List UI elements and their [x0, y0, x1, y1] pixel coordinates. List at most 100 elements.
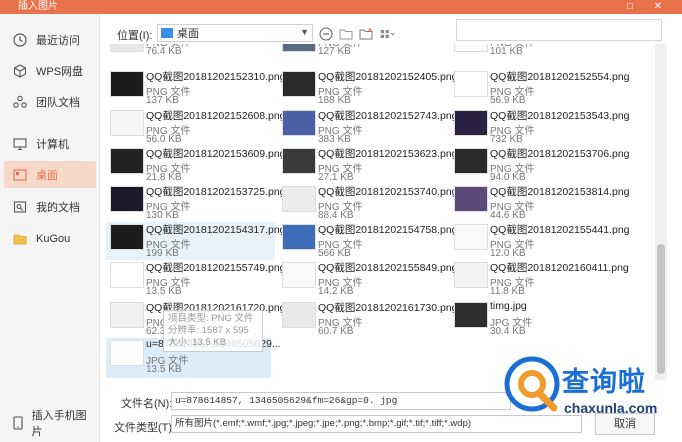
file-name: QQ截图20181202155849.png	[318, 262, 458, 274]
file-item[interactable]: QQ截图20181202152405.png PNG 文件 188 KB	[278, 69, 458, 107]
file-thumbnail	[454, 148, 488, 174]
file-item[interactable]: timg.jpg JPG 文件 30.4 KB	[450, 300, 619, 338]
file-thumbnail	[282, 224, 316, 250]
file-name: QQ截图20181202153814.png	[490, 186, 630, 198]
close-button[interactable]: ✕	[648, 0, 668, 14]
file-thumbnail	[454, 302, 488, 328]
file-thumbnail	[110, 110, 144, 136]
file-item[interactable]: QQ截图20181202153706.png PNG 文件 94.0 KB	[450, 146, 630, 184]
filename-input[interactable]: u=878614857, 1346505629&fm=26&gp=0. jpg	[171, 392, 511, 410]
file-size: 60.7 KB	[318, 326, 354, 337]
file-item[interactable]: QQ截图20181202153740.png PNG 文件 88.4 KB	[278, 184, 458, 222]
location-dropdown[interactable]: 桌面 ▼	[157, 24, 313, 42]
file-size: 94.0 KB	[490, 172, 526, 183]
watermark-brand: 查询啦	[562, 367, 646, 398]
file-size: 76.4 KB	[146, 46, 182, 57]
sidebar-item-my-documents[interactable]: 我的文档	[4, 193, 96, 220]
sidebar-item-label: 计算机	[36, 138, 69, 151]
file-item[interactable]: QQ截图20181202161730.png PNG 文件 60.7 KB	[278, 300, 458, 338]
file-size: 137 KB	[146, 95, 179, 106]
file-item[interactable]: QQ截图20181202153623.png PNG 文件 27.1 KB	[278, 146, 458, 184]
file-name: QQ截图20181202153543.png	[490, 110, 630, 122]
file-size: 566 KB	[318, 248, 351, 259]
file-size: 199 KB	[146, 248, 179, 259]
maximize-button[interactable]: □	[620, 0, 640, 14]
file-thumbnail	[454, 110, 488, 136]
sidebar-item-label: 我的文档	[36, 201, 80, 214]
file-item[interactable]: QQ截图20181202153609.png PNG 文件 21.8 KB	[106, 146, 286, 184]
insert-phone-image-label: 插入手机图片	[31, 410, 87, 438]
file-thumbnail	[454, 71, 488, 97]
file-name: QQ截图20181202152405.png	[318, 71, 458, 83]
file-size: 383 KB	[318, 134, 351, 145]
file-name: QQ截图20181202154317.png	[146, 224, 286, 236]
file-name: QQ截图20181202153623.png	[318, 148, 458, 160]
tooltip-size: 大小: 13.5 KB	[168, 337, 227, 348]
watermark-logo: 查询啦 chaxunla.com	[502, 350, 682, 442]
file-size: 12.0 KB	[490, 248, 526, 259]
file-item[interactable]: QQ截图20181202152608.png PNG 文件 56.0 KB	[106, 108, 286, 146]
view-menu-icon[interactable]	[380, 26, 396, 42]
file-name: timg.jpg	[490, 300, 527, 312]
file-size: 44.6 KB	[490, 210, 526, 221]
back-icon[interactable]	[318, 26, 334, 42]
file-name: QQ截图20181202154758.png	[318, 224, 458, 236]
sidebar-item-label: 团队文档	[36, 96, 80, 109]
file-item[interactable]: QQ截图20181202154758.png PNG 文件 566 KB	[278, 222, 458, 260]
file-size: 56.0 KB	[146, 134, 182, 145]
chevron-down-icon: ▼	[300, 27, 309, 37]
file-thumbnail	[454, 224, 488, 250]
folder-icon	[12, 231, 28, 247]
filetype-value: 所有图片(*.emf;*.wmf;*.jpg;*.jpeg;*.jpe;*.pn…	[175, 418, 472, 429]
file-item[interactable]: QQ截图20181202153725.png PNG 文件 130 KB	[106, 184, 286, 222]
location-label: 位置(I):	[117, 30, 153, 42]
file-name: QQ截图20181202153706.png	[490, 148, 630, 160]
sidebar-item-desktop[interactable]: 桌面	[4, 161, 96, 188]
tooltip-type: 项目类型: PNG 文件	[168, 313, 254, 324]
new-folder-icon[interactable]	[358, 26, 374, 42]
file-name: QQ截图20181202152743.png	[318, 110, 458, 122]
sidebar: 最近访问 WPS网盘 团队文档 计算机 桌面 我的文档 KuGou 插入手机图片	[0, 14, 100, 442]
file-name: QQ截图20181202160411.png	[490, 262, 629, 274]
file-name: QQ截图20181202153740.png	[318, 186, 458, 198]
sidebar-item-computer[interactable]: 计算机	[4, 130, 96, 157]
file-item[interactable]: QQ截图20181202153543.png PNG 文件 732 KB	[450, 108, 630, 146]
file-size: 56.9 KB	[490, 95, 526, 106]
file-thumbnail	[110, 148, 144, 174]
file-name: QQ截图20181202152608.png	[146, 110, 286, 122]
file-size: 14.2 KB	[318, 286, 354, 297]
search-input[interactable]	[456, 19, 662, 41]
window-title: 插入图片	[18, 1, 58, 12]
file-item[interactable]: QQ截图20181202154317.png PNG 文件 199 KB	[106, 222, 286, 260]
file-thumbnail	[110, 262, 144, 288]
file-item[interactable]: QQ截图20181202160411.png PNG 文件 11.8 KB	[450, 260, 629, 298]
file-name: QQ截图20181202155441.png	[490, 224, 630, 236]
file-item[interactable]: QQ截图20181202153814.png PNG 文件 44.6 KB	[450, 184, 630, 222]
file-item[interactable]: QQ截图20181202155749.png PNG 文件 13.5 KB	[106, 260, 286, 298]
file-item[interactable]: QQ截图20181202155441.png PNG 文件 12.0 KB	[450, 222, 630, 260]
file-item[interactable]: QQ截图20181202152310.png PNG 文件 137 KB	[106, 69, 286, 107]
vertical-scrollbar[interactable]	[655, 44, 667, 380]
sidebar-item-label: 最近访问	[36, 34, 80, 47]
file-thumbnail	[282, 44, 316, 52]
sidebar-item-kugou[interactable]: KuGou	[4, 225, 96, 252]
file-thumbnail	[110, 44, 144, 52]
filetype-label: 文件类型(T):	[114, 422, 176, 434]
sidebar-item-team-docs[interactable]: 团队文档	[4, 88, 96, 115]
tooltip-resolution: 分辨率: 1587 x 595	[168, 325, 249, 336]
file-item[interactable]: QQ截图20181202152554.png PNG 文件 56.9 KB	[450, 69, 630, 107]
file-tooltip: 项目类型: PNG 文件 分辨率: 1587 x 595 大小: 13.5 KB	[163, 310, 263, 352]
file-size: 13.5 KB	[146, 286, 182, 297]
up-folder-icon[interactable]	[338, 26, 354, 42]
file-thumbnail	[110, 302, 144, 328]
file-item[interactable]: QQ截图20181202155849.png PNG 文件 14.2 KB	[278, 260, 458, 298]
file-thumbnail	[454, 186, 488, 212]
sidebar-item-label: WPS网盘	[36, 65, 84, 78]
file-item[interactable]: QQ截图20181202152743.png PNG 文件 383 KB	[278, 108, 458, 146]
file-size: 13.5 KB	[146, 364, 182, 375]
file-thumbnail	[454, 262, 488, 288]
insert-phone-image-button[interactable]: 插入手机图片	[4, 410, 96, 438]
sidebar-item-wps-cloud[interactable]: WPS网盘	[4, 57, 96, 84]
sidebar-item-recent[interactable]: 最近访问	[4, 26, 96, 53]
sidebar-item-label: 桌面	[36, 169, 58, 182]
